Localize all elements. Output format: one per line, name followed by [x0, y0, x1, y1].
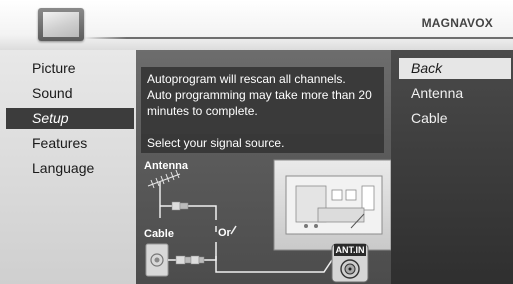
header-bar: MAGNAVOX [0, 0, 513, 50]
option-back[interactable]: Back [399, 58, 511, 79]
option-antenna[interactable]: Antenna [399, 83, 511, 104]
antenna-connector-icon [171, 201, 189, 211]
antenna-icon [147, 169, 181, 218]
option-cable[interactable]: Cable [399, 108, 511, 129]
menu-item-features[interactable]: Features [6, 133, 134, 154]
brand-logo: MAGNAVOX [421, 16, 493, 30]
message-line: minutes to complete. [147, 104, 258, 118]
message-line: Autoprogram will rescan all channels. [147, 72, 346, 86]
header-divider [84, 37, 513, 39]
cable-label: Cable [144, 228, 174, 240]
menu-item-sound[interactable]: Sound [6, 83, 134, 104]
main-menu: Picture Sound Setup Features Language [0, 50, 136, 284]
tv-back-icon [273, 159, 391, 251]
or-label: Or [218, 227, 232, 239]
tv-icon [38, 8, 84, 41]
wall-outlet-icon [145, 243, 169, 277]
select-source-prompt: Select your signal source. [141, 134, 384, 153]
info-panel: Autoprogram will rescan all channels. Au… [136, 50, 391, 284]
message-line: Auto programming may take more than 20 [147, 88, 372, 102]
menu-item-language[interactable]: Language [6, 158, 134, 179]
cable-connector-icon [175, 255, 205, 265]
source-options-menu: Back Antenna Cable [391, 50, 513, 284]
ant-in-label: ANT.IN [336, 245, 365, 255]
menu-item-picture[interactable]: Picture [6, 58, 134, 79]
antenna-label: Antenna [144, 160, 189, 172]
connection-diagram: Antenna Cable Or ANT.IN [144, 159, 391, 283]
menu-item-setup[interactable]: Setup [6, 108, 134, 129]
